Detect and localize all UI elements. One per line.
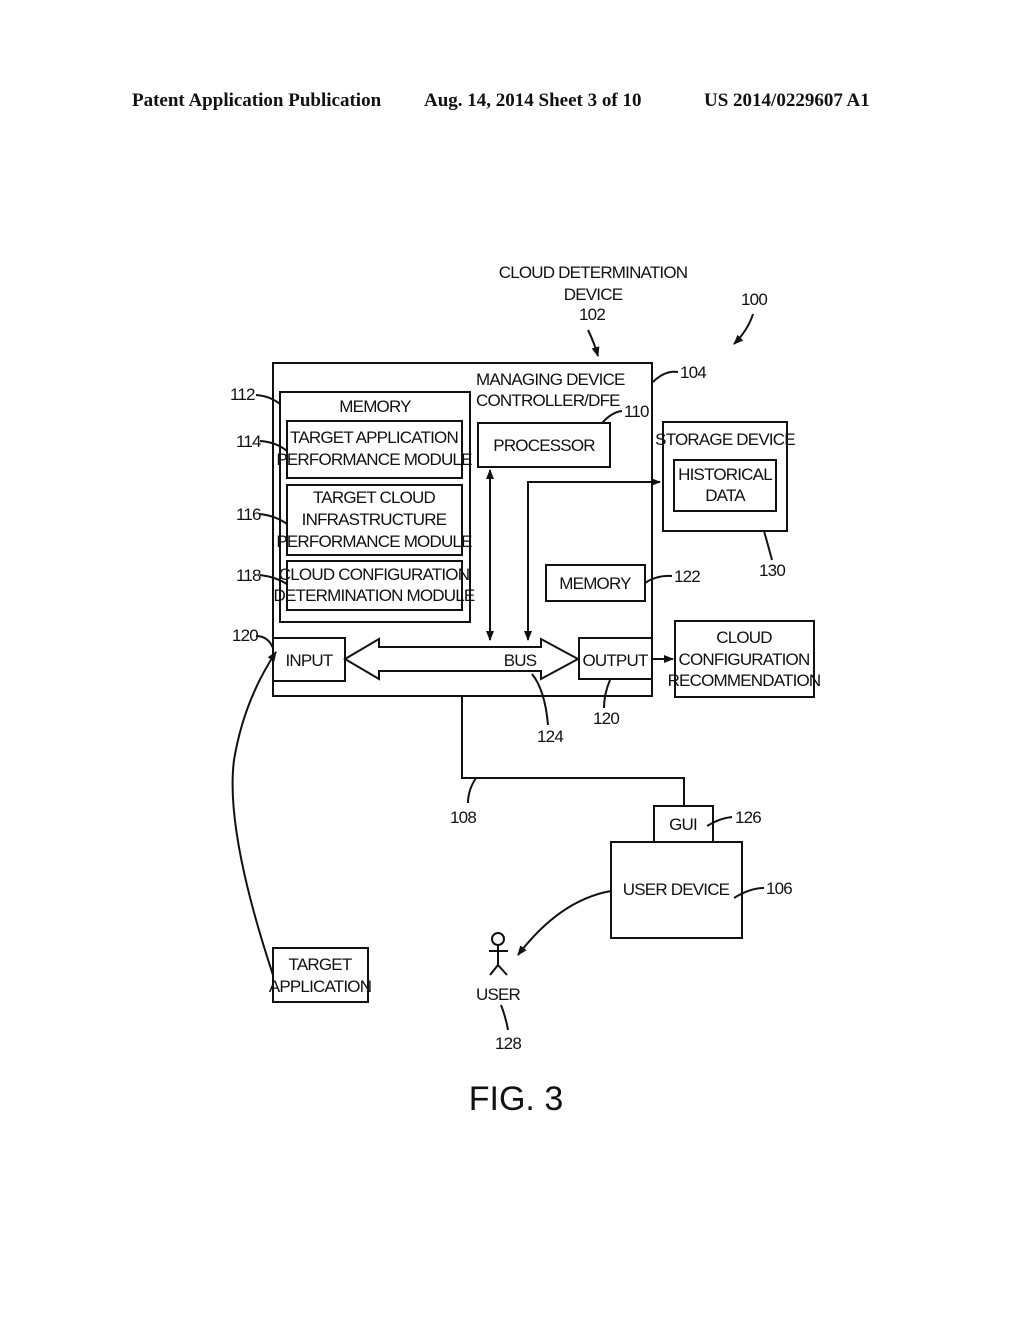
ref-116: 116	[236, 505, 261, 524]
figure-label: FIG. 3	[469, 1080, 563, 1118]
leader-120-input	[255, 635, 274, 649]
recommendation-line3: RECOMMENDATION	[668, 671, 821, 690]
target-application-line2: APPLICATION	[269, 977, 371, 996]
leader-108	[467, 777, 477, 804]
module-114-line1: TARGET APPLICATION	[290, 428, 458, 447]
gui-label: GUI	[669, 815, 697, 834]
bus-label: BUS	[504, 651, 537, 670]
ref-122: 122	[674, 567, 700, 586]
network-link-108	[461, 696, 685, 806]
managing-device-line1: MANAGING DEVICE	[476, 370, 625, 389]
leader-104	[652, 370, 679, 383]
ref-102: 102	[579, 305, 605, 324]
leader-122	[644, 574, 673, 584]
leader-106	[733, 887, 765, 899]
leader-128	[500, 1004, 509, 1031]
storage-device-label: STORAGE DEVICE	[655, 430, 795, 449]
ref-120-input: 120	[232, 626, 258, 645]
memory-112-label: MEMORY	[339, 397, 411, 416]
module-116-line3: PERFORMANCE MODULE	[276, 532, 472, 551]
device-title-line2: DEVICE	[564, 285, 623, 304]
leader-130	[763, 530, 773, 561]
module-116-line2: INFRASTRUCTURE	[302, 510, 447, 529]
ref-112: 112	[230, 385, 255, 404]
user-label: USER	[476, 985, 521, 1004]
ref-110: 110	[624, 402, 649, 421]
output-label: OUTPUT	[582, 651, 648, 670]
user-device-to-user-arrow	[517, 890, 612, 956]
ref-106: 106	[766, 879, 792, 898]
leader-102	[587, 329, 600, 357]
input-label: INPUT	[285, 651, 332, 670]
historical-data-line1: HISTORICAL	[678, 465, 772, 484]
processor-label: PROCESSOR	[493, 436, 595, 455]
leader-110	[601, 410, 623, 424]
ref-100: 100	[741, 290, 767, 309]
recommendation-line2: CONFIGURATION	[679, 650, 810, 669]
patent-diagram: CLOUD DETERMINATION DEVICE 102 100 104 M…	[230, 263, 821, 1118]
leader-124	[531, 673, 549, 726]
bus-storage-link	[527, 478, 661, 640]
ref-124: 124	[537, 727, 563, 746]
bus-arrow	[343, 637, 581, 681]
recommendation-line1: CLOUD	[716, 628, 772, 647]
ref-108: 108	[450, 808, 476, 827]
user-person-icon	[489, 932, 508, 976]
ref-126: 126	[735, 808, 761, 827]
leader-126	[706, 816, 733, 827]
ref-114: 114	[236, 432, 261, 451]
leader-100	[733, 313, 754, 345]
target-app-to-input-arrow	[231, 651, 277, 976]
memory-122-label: MEMORY	[559, 574, 631, 593]
historical-data-line2: DATA	[705, 486, 746, 505]
leader-112	[255, 394, 281, 405]
module-114-line2: PERFORMANCE MODULE	[276, 450, 472, 469]
module-118-line2: DETERMINATION MODULE	[274, 586, 475, 605]
ref-104: 104	[680, 363, 706, 382]
target-application-line1: TARGET	[289, 955, 352, 974]
module-116-line1: TARGET CLOUD	[313, 488, 436, 507]
managing-device-line2: CONTROLLER/DFE	[476, 391, 620, 410]
ref-130: 130	[759, 561, 785, 580]
leader-120-output	[603, 679, 611, 709]
ref-118: 118	[236, 566, 261, 585]
ref-120-output: 120	[593, 709, 619, 728]
ref-128: 128	[495, 1034, 521, 1053]
user-device-label: USER DEVICE	[623, 880, 730, 899]
device-title-line1: CLOUD DETERMINATION	[499, 263, 688, 282]
module-118-line1: CLOUD CONFIGURATION	[279, 565, 469, 584]
